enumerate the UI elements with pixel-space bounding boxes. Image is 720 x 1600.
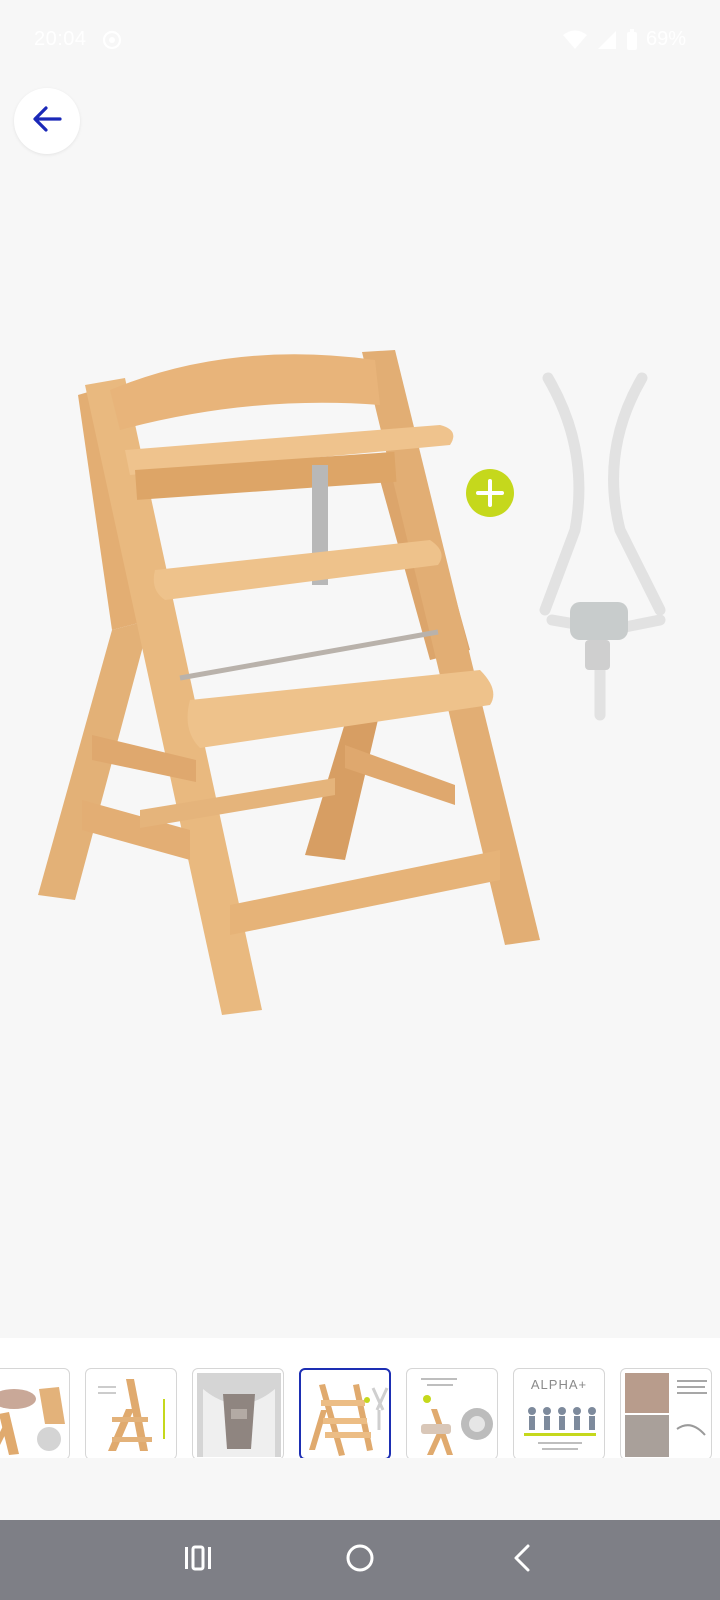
thumbnail-strip: ALPHA+ xyxy=(0,1338,720,1458)
arrow-left-icon xyxy=(30,102,64,141)
thumbnail-row: ALPHA+ xyxy=(0,1368,712,1458)
thumbnail-2[interactable] xyxy=(85,1368,177,1458)
home-button[interactable] xyxy=(330,1540,390,1580)
status-bar: 20:04 69% xyxy=(0,0,720,80)
settings-gear-icon xyxy=(100,28,124,58)
thumbnail-7[interactable] xyxy=(620,1368,712,1458)
thumbnail-5[interactable] xyxy=(406,1368,498,1458)
status-time: 20:04 xyxy=(34,28,87,50)
battery-percent: 69% xyxy=(645,28,686,50)
recent-apps-button[interactable] xyxy=(168,1540,228,1580)
signal-icon xyxy=(596,29,618,51)
thumbnail-6[interactable]: ALPHA+ xyxy=(513,1368,605,1458)
status-icons: 69% xyxy=(562,28,686,51)
thumbnail-4[interactable] xyxy=(299,1368,391,1458)
system-nav-bar xyxy=(0,1520,720,1600)
back-icon xyxy=(510,1543,534,1578)
back-button[interactable] xyxy=(14,88,80,154)
battery-icon xyxy=(626,28,638,51)
thumbnail-1[interactable] xyxy=(0,1368,70,1458)
nav-back-button[interactable] xyxy=(492,1540,552,1580)
thumbnail-3[interactable] xyxy=(192,1368,284,1458)
wifi-icon xyxy=(562,29,588,51)
recent-apps-icon xyxy=(183,1545,213,1576)
product-image[interactable] xyxy=(0,150,720,1330)
home-icon xyxy=(345,1543,375,1578)
